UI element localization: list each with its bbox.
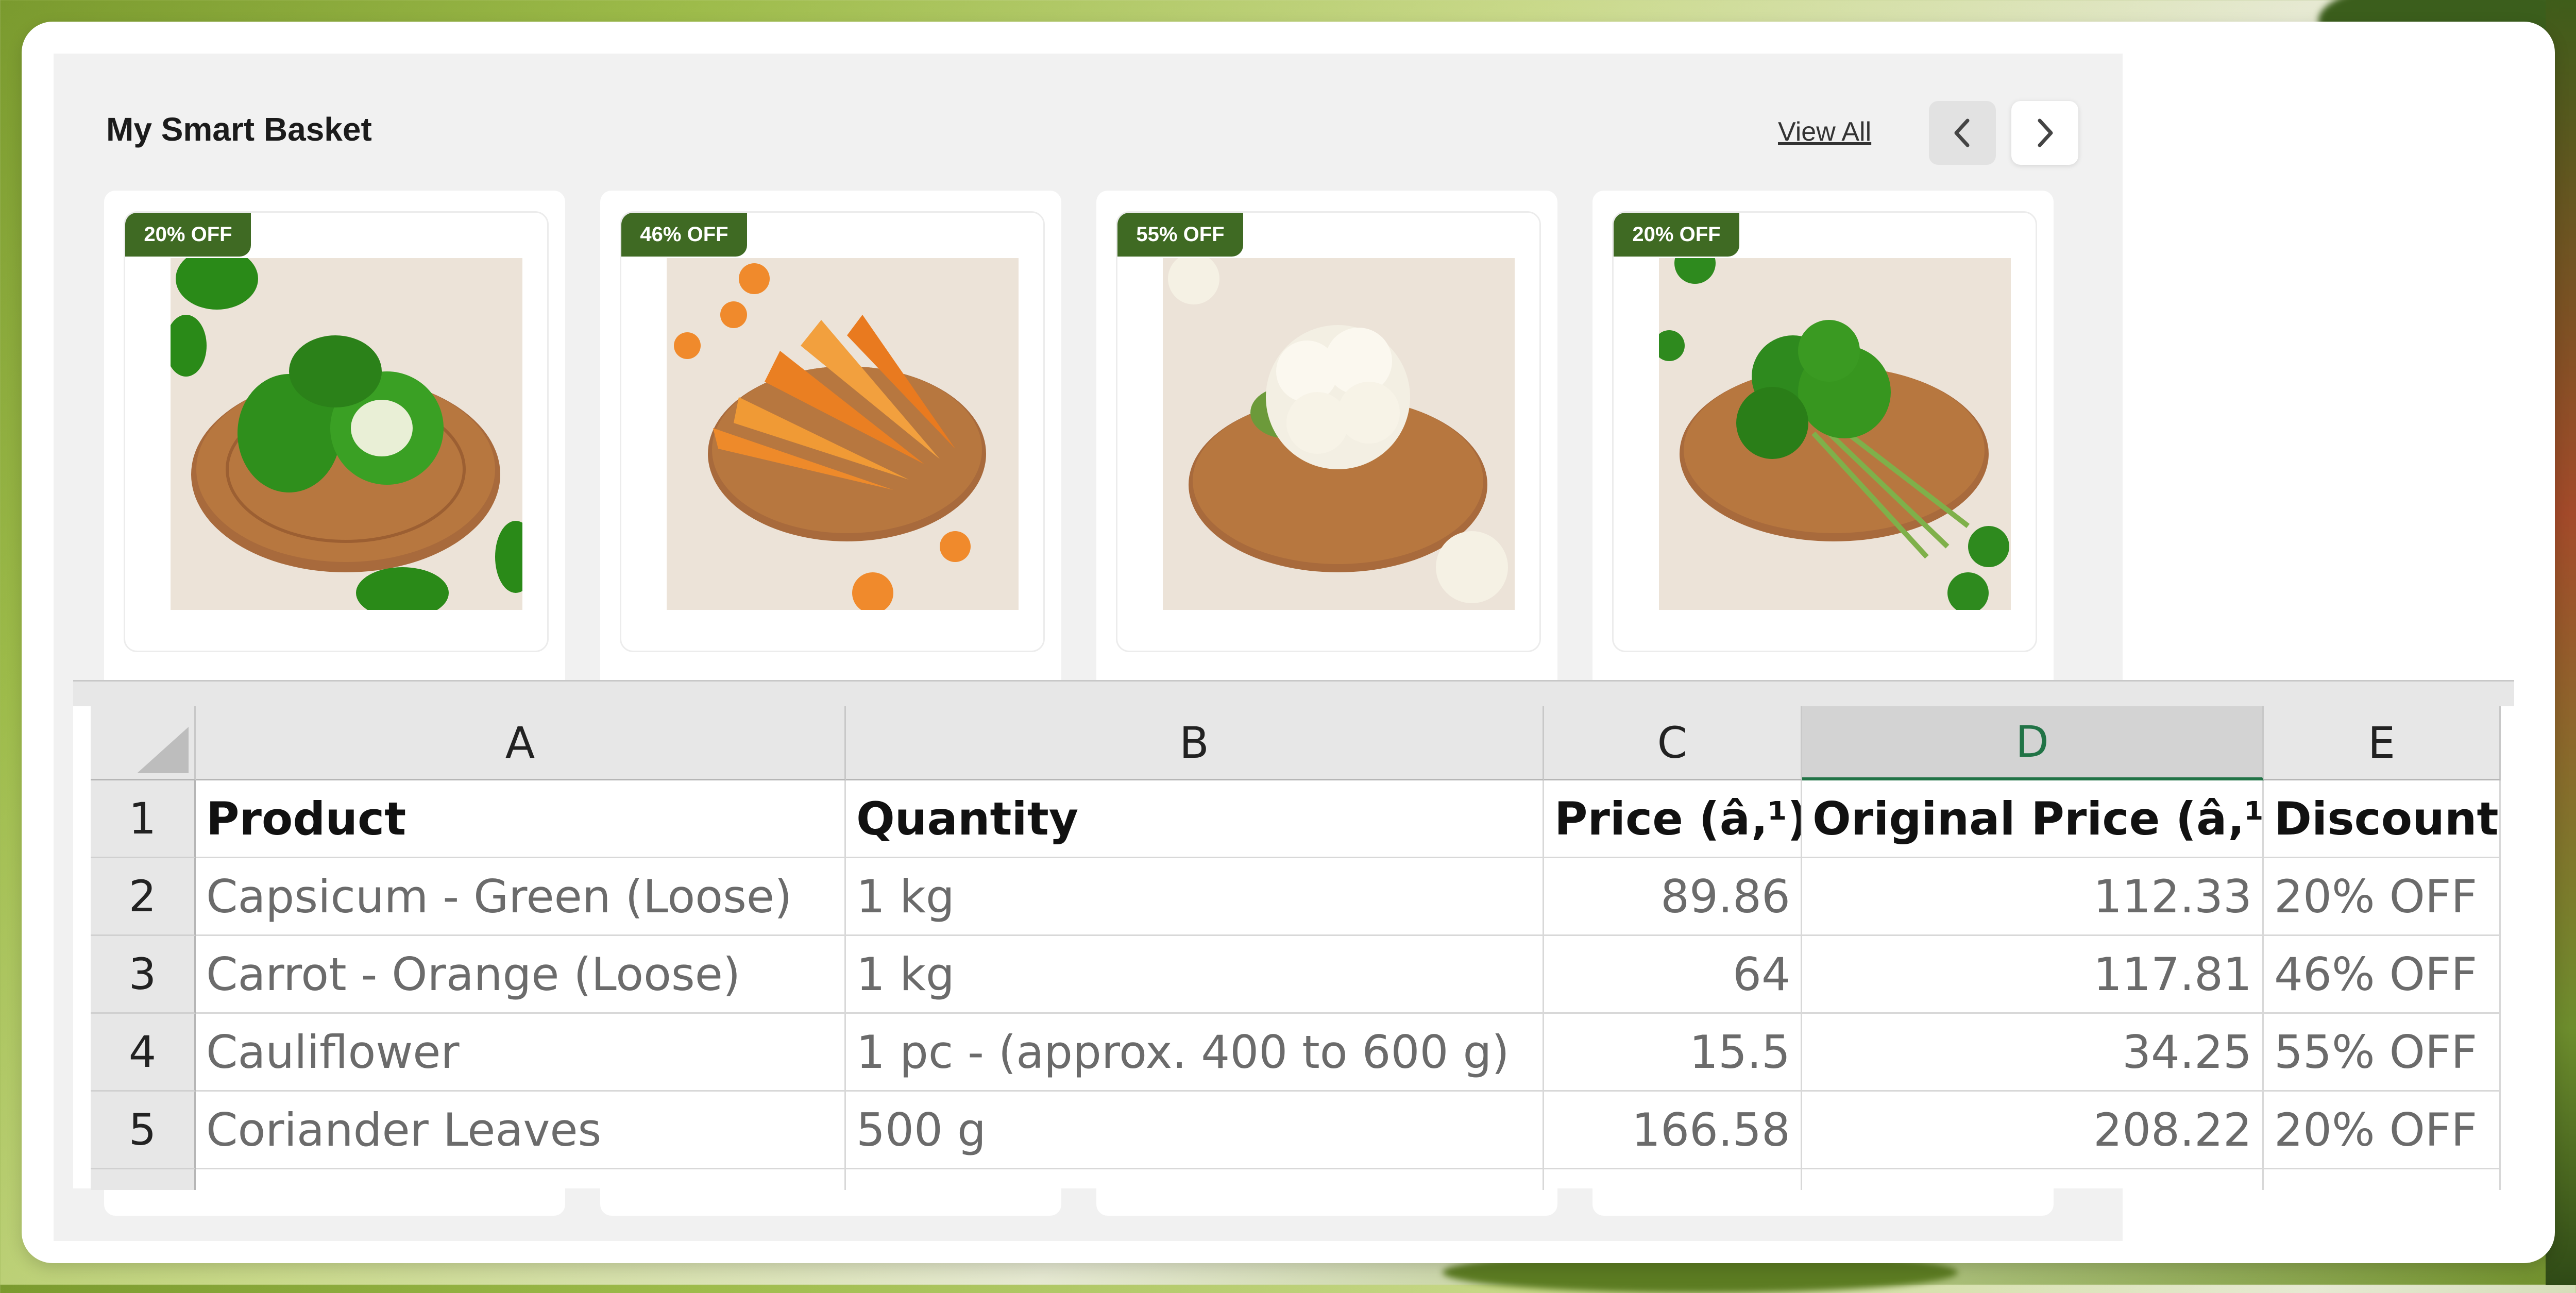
row-header[interactable]: 2 <box>91 858 196 936</box>
cell-b3[interactable]: 1 kg <box>846 936 1544 1014</box>
coriander-image <box>1659 258 2011 610</box>
cell-a2[interactable]: Capsicum - Green (Loose) <box>196 858 846 936</box>
cell-b5[interactable]: 500 g <box>846 1092 1544 1169</box>
view-all-link[interactable]: View All <box>1778 116 1871 147</box>
spreadsheet: A B C D E 1 Product Quantity Price (â‚¹)… <box>73 680 2514 1190</box>
chevron-right-icon <box>2038 118 2053 147</box>
cell-c2[interactable]: 89.86 <box>1544 858 1802 936</box>
row-header[interactable]: 5 <box>91 1092 196 1169</box>
discount-badge: 20% OFF <box>125 213 251 257</box>
next-button[interactable] <box>2011 101 2078 165</box>
cell-d4[interactable]: 34.25 <box>1802 1014 2264 1092</box>
cell-b1[interactable]: Quantity <box>846 780 1544 858</box>
product-tile: 55% OFF <box>1116 211 1541 652</box>
cell-c5[interactable]: 166.58 <box>1544 1092 1802 1169</box>
column-header-e[interactable]: E <box>2264 706 2501 780</box>
cell-a1[interactable]: Product <box>196 780 846 858</box>
cell-a5[interactable]: Coriander Leaves <box>196 1092 846 1169</box>
column-header-c[interactable]: C <box>1544 706 1802 780</box>
product-tile: 20% OFF <box>124 211 549 652</box>
cell-partial <box>1802 1169 2264 1190</box>
chevron-left-icon <box>1954 118 1970 147</box>
cell-d5[interactable]: 208.22 <box>1802 1092 2264 1169</box>
column-header-d[interactable]: D <box>1802 706 2264 780</box>
discount-badge: 20% OFF <box>1614 213 1739 257</box>
cell-partial <box>196 1169 846 1190</box>
product-tile: 20% OFF <box>1612 211 2037 652</box>
cell-e3[interactable]: 46% OFF <box>2264 936 2501 1014</box>
cell-b4[interactable]: 1 pc - (approx. 400 to 600 g) <box>846 1014 1544 1092</box>
cauliflower-image <box>1163 258 1515 610</box>
row-header[interactable]: 4 <box>91 1014 196 1092</box>
section-title: My Smart Basket <box>106 111 372 148</box>
select-all-corner[interactable] <box>91 706 196 780</box>
cell-c3[interactable]: 64 <box>1544 936 1802 1014</box>
discount-badge: 55% OFF <box>1117 213 1243 257</box>
cell-partial <box>846 1169 1544 1190</box>
cell-partial <box>1544 1169 1802 1190</box>
select-all-triangle-icon <box>137 727 189 773</box>
discount-badge: 46% OFF <box>621 213 747 257</box>
green-capsicum-image <box>171 258 522 610</box>
cell-d1[interactable]: Original Price (â‚¹) <box>1802 780 2264 858</box>
cell-e1[interactable]: Discount <box>2264 780 2501 858</box>
product-tile: 46% OFF <box>620 211 1045 652</box>
cell-a3[interactable]: Carrot - Orange (Loose) <box>196 936 846 1014</box>
cell-c4[interactable]: 15.5 <box>1544 1014 1802 1092</box>
column-header-a[interactable]: A <box>196 706 846 780</box>
cell-e2[interactable]: 20% OFF <box>2264 858 2501 936</box>
carrots-image <box>667 258 1019 610</box>
cell-a4[interactable]: Cauliflower <box>196 1014 846 1092</box>
row-header-partial <box>91 1169 196 1190</box>
cell-d3[interactable]: 117.81 <box>1802 936 2264 1014</box>
previous-button[interactable] <box>1929 101 1996 165</box>
column-header-b[interactable]: B <box>846 706 1544 780</box>
cell-partial <box>2264 1169 2501 1190</box>
row-header[interactable]: 1 <box>91 780 196 858</box>
cell-d2[interactable]: 112.33 <box>1802 858 2264 936</box>
cell-e5[interactable]: 20% OFF <box>2264 1092 2501 1169</box>
cell-e4[interactable]: 55% OFF <box>2264 1014 2501 1092</box>
cell-c1[interactable]: Price (â‚¹) <box>1544 780 1802 858</box>
row-header[interactable]: 3 <box>91 936 196 1014</box>
sheet-toolbar-band <box>73 682 2514 706</box>
cell-b2[interactable]: 1 kg <box>846 858 1544 936</box>
